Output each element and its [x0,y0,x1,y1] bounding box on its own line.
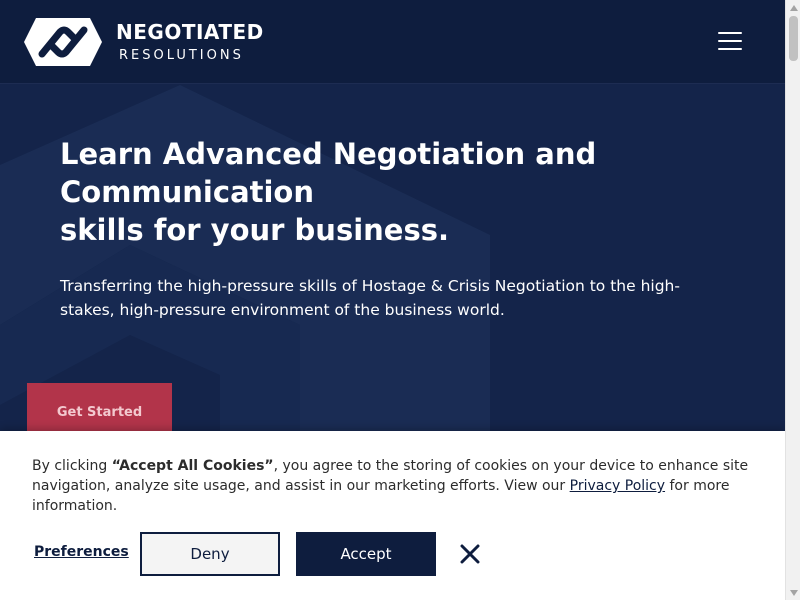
cookie-text-bold: “Accept All Cookies” [111,458,274,474]
scroll-up-arrow-icon[interactable] [786,0,800,15]
cookie-text-before: By clicking [32,458,112,474]
hero-subtitle: Transferring the high-pressure skills of… [60,277,680,319]
deny-button[interactable]: Deny [140,532,280,576]
brand-logo[interactable]: NEGOTIATED RESOLUTIONS [22,16,272,68]
close-icon[interactable] [448,532,492,576]
cookie-banner: By clicking “Accept All Cookies”, you ag… [0,431,785,600]
scroll-down-arrow-icon[interactable] [786,585,800,600]
logo-title: NEGOTIATED [116,20,264,44]
hero-title-line-3: skills for your business. [60,213,449,247]
logo-mark-icon [24,18,102,66]
cookie-message: By clicking “Accept All Cookies”, you ag… [32,456,767,516]
close-icon-glyph [460,544,480,564]
preferences-link[interactable]: Preferences [34,544,129,560]
menu-bar [718,48,742,50]
scrollbar-thumb[interactable] [789,16,798,61]
site-header: NEGOTIATED RESOLUTIONS [0,0,785,84]
hero-title-line-1: Learn Advanced Negotiation and [60,137,597,171]
hamburger-menu-icon[interactable] [710,26,750,56]
logo-subtitle: RESOLUTIONS [119,48,244,63]
privacy-policy-link[interactable]: Privacy Policy [570,478,665,494]
menu-bar [718,32,742,34]
hero-title: Learn Advanced Negotiation and Communica… [60,135,700,249]
page: NEGOTIATED RESOLUTIONS Learn Advanced Ne… [0,0,785,600]
menu-bar [718,40,742,42]
accept-button[interactable]: Accept [296,532,436,576]
page-scrollbar[interactable] [785,0,800,600]
hero-title-line-2: Communication [60,175,315,209]
